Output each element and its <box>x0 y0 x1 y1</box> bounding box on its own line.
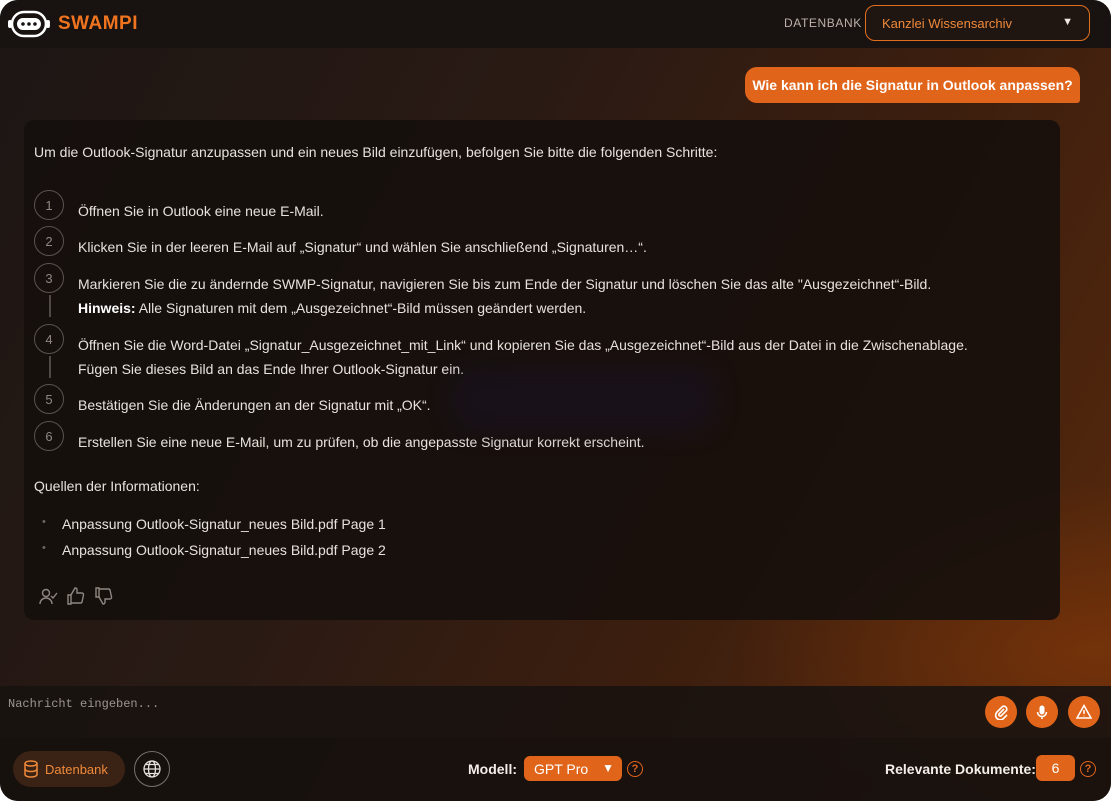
app-window: SWAMPI DATENBANK Kanzlei Wissensarchiv ▼… <box>0 0 1111 801</box>
sources-list: Anpassung Outlook-Signatur_neues Bild.pd… <box>42 516 386 568</box>
thumbs-down-icon[interactable] <box>94 586 114 606</box>
step-number: 1 <box>34 190 64 220</box>
step-text: Öffnen Sie die Word-Datei „Signatur_Ausg… <box>78 337 968 353</box>
microphone-icon <box>1036 705 1048 719</box>
warning-icon <box>1076 704 1092 719</box>
message-input-row <box>0 686 1111 738</box>
docs-help-icon[interactable]: ? <box>1080 761 1096 777</box>
warning-button[interactable] <box>1068 696 1100 728</box>
step-text-block: Markieren Sie die zu ändernde SWMP-Signa… <box>78 272 1038 320</box>
user-message-bubble: Wie kann ich die Signatur in Outlook anp… <box>745 67 1080 103</box>
hint-text: Alle Signaturen mit dem „Ausgezeichnet“-… <box>138 300 587 316</box>
relevant-docs-count[interactable]: 6 <box>1036 755 1075 781</box>
sources-title: Quellen der Informationen: <box>34 478 200 494</box>
step-number: 4 <box>34 324 64 354</box>
caret-down-icon: ▼ <box>1062 16 1073 28</box>
thumbs-up-icon[interactable] <box>66 586 86 606</box>
model-select[interactable]: GPT Pro ▼ <box>524 756 622 781</box>
paperclip-icon <box>994 705 1008 720</box>
database-button-label: Datenbank <box>45 761 108 777</box>
hint-label: Hinweis: <box>78 300 136 316</box>
robot-logo-icon <box>8 10 50 38</box>
blurred-overlay <box>454 370 714 430</box>
model-select-value: GPT Pro <box>534 760 589 777</box>
model-label: Modell: <box>468 761 517 777</box>
assistant-answer-card: Um die Outlook-Signatur anzupassen und e… <box>24 120 1060 620</box>
message-input[interactable] <box>8 694 968 714</box>
source-item[interactable]: Anpassung Outlook-Signatur_neues Bild.pd… <box>42 542 386 568</box>
model-help-icon[interactable]: ? <box>627 761 643 777</box>
voice-input-button[interactable] <box>1026 696 1058 728</box>
step-connector <box>49 295 51 317</box>
answer-intro: Um die Outlook-Signatur anzupassen und e… <box>34 144 718 160</box>
database-select[interactable]: Kanzlei Wissensarchiv ▼ <box>865 5 1090 41</box>
step-number: 5 <box>34 384 64 414</box>
logo-text: SWAMPI <box>57 13 138 34</box>
step-number: 3 <box>34 263 64 293</box>
step-text: Erstellen Sie eine neue E-Mail, um zu pr… <box>78 434 645 450</box>
step-text: Öffnen Sie in Outlook eine neue E-Mail. <box>78 203 324 219</box>
web-search-button[interactable] <box>134 751 170 787</box>
database-button[interactable]: Datenbank <box>13 751 125 787</box>
globe-icon <box>143 760 161 778</box>
caret-down-icon: ▼ <box>602 761 614 775</box>
database-label: DATENBANK <box>784 16 862 30</box>
feedback-actions <box>38 586 114 606</box>
bottom-toolbar: Datenbank Modell: GPT Pro ▼ ? Relevante … <box>0 738 1111 801</box>
step-number: 2 <box>34 226 64 256</box>
step-hint: Hinweis: Alle Signaturen mit dem „Ausgez… <box>78 296 1038 320</box>
database-select-value: Kanzlei Wissensarchiv <box>882 15 1013 31</box>
step-text: Klicken Sie in der leeren E-Mail auf „Si… <box>78 239 647 255</box>
relevant-docs-label: Relevante Dokumente: <box>885 761 1036 777</box>
logo[interactable]: SWAMPI <box>8 7 138 41</box>
top-bar: SWAMPI DATENBANK Kanzlei Wissensarchiv ▼ <box>0 0 1111 48</box>
step-number: 6 <box>34 421 64 451</box>
source-item[interactable]: Anpassung Outlook-Signatur_neues Bild.pd… <box>42 516 386 542</box>
database-icon <box>24 760 38 778</box>
attach-button[interactable] <box>985 696 1017 728</box>
step-text: Markieren Sie die zu ändernde SWMP-Signa… <box>78 276 932 292</box>
step-connector <box>49 356 51 378</box>
report-user-icon[interactable] <box>38 586 58 606</box>
